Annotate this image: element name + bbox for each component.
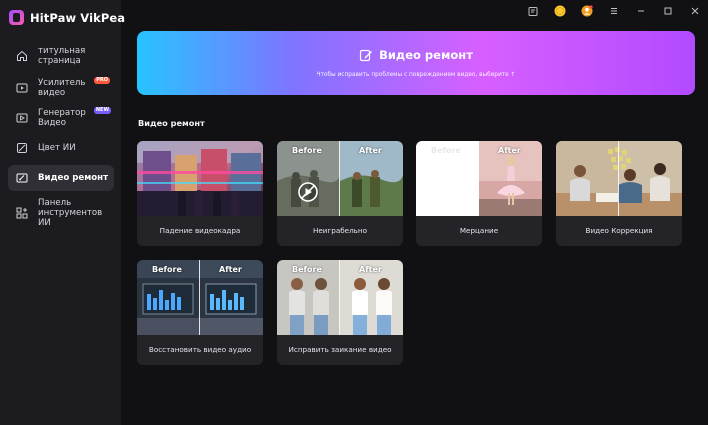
card-label: Исправить заикание видео [288,345,392,354]
sidebar-item-video-enhancer[interactable]: Усилитель видео PRO [8,75,114,101]
card-label: Восстановить видео аудио [148,345,252,354]
card-restore-audio[interactable]: Before After Восстановить видео аудио [137,260,263,365]
coin-icon[interactable] [553,4,567,18]
after-label: After [359,146,382,155]
card-thumbnail: Before After [137,260,263,335]
card-frame-drop[interactable]: Падение видеокадра [137,141,263,246]
card-label: Мерцание [459,226,499,235]
before-label: Before [152,265,182,274]
app-logo: HitPaw VikPea [9,10,125,25]
card-label: Падение видеокадра [159,226,241,235]
app-logo-icon [9,10,24,25]
color-icon [15,141,29,155]
sidebar-item-ai-color[interactable]: Цвет ИИ [8,135,114,161]
card-unplayable[interactable]: Before After Неиграбельно [277,141,403,246]
banner-title: Видео ремонт [379,48,473,62]
sidebar-nav: титульная страница Усилитель видео PRO Г… [8,40,114,235]
card-thumbnail: Before After [277,141,403,216]
app-title: HitPaw VikPea [30,10,126,25]
sidebar-item-label: Видео ремонт [38,173,109,183]
minimize-icon[interactable] [634,4,648,18]
card-label: Неиграбельно [312,226,368,235]
before-label: Before [292,265,322,274]
compare-divider [339,260,340,335]
sidebar-item-video-repair[interactable]: Видео ремонт [8,165,114,191]
compare-divider [339,141,340,216]
after-label: After [359,265,382,274]
card-thumbnail: Before After [277,260,403,335]
pro-badge: PRO [94,77,110,84]
maximize-icon[interactable] [661,4,675,18]
compare-divider [478,141,479,216]
close-icon[interactable] [688,4,702,18]
video-repair-banner[interactable]: Видео ремонт Чтобы исправить проблемы с … [137,31,695,95]
before-label: Before [431,146,461,155]
card-thumbnail [137,141,263,216]
card-flicker[interactable]: Before After Мерцание [416,141,542,246]
sidebar-item-label: Цвет ИИ [38,143,76,153]
edit-icon [360,49,373,62]
feedback-icon[interactable] [526,4,540,18]
card-video-correction[interactable]: Видео Коррекция [556,141,682,246]
titlebar-controls [513,4,702,18]
section-title: Видео ремонт [138,118,205,128]
toolbox-icon [15,206,29,220]
after-label: After [498,146,521,155]
sidebar-item-video-generator[interactable]: Генератор Видео NEW [8,105,114,131]
banner-subtitle: Чтобы исправить проблемы с повреждением … [316,72,516,78]
compare-divider [618,141,619,216]
sidebar-item-home[interactable]: титульная страница [8,40,114,71]
new-badge: NEW [93,107,111,114]
repair-icon [15,171,29,185]
unplayable-icon [298,182,318,202]
card-thumbnail: Before After [416,141,542,216]
sidebar-item-ai-toolbox[interactable]: Панель инструментов ИИ [8,195,114,231]
compare-divider [199,260,200,335]
video-enhance-icon [15,81,29,95]
sidebar-item-label: титульная страница [38,45,86,66]
account-icon[interactable] [580,4,594,18]
card-label: Видео Коррекция [585,226,653,235]
home-icon [15,49,29,63]
before-label: Before [292,146,322,155]
video-generate-icon [15,111,29,125]
menu-icon[interactable] [607,4,621,18]
sidebar-item-label: Панель инструментов ИИ [38,198,103,228]
sidebar: HitPaw VikPea титульная страница Усилите… [0,0,125,425]
after-label: After [219,265,242,274]
card-fix-stutter[interactable]: Before After Исправить заикание видео [277,260,403,365]
card-thumbnail [556,141,682,216]
banner-title-row: Видео ремонт [137,48,695,62]
